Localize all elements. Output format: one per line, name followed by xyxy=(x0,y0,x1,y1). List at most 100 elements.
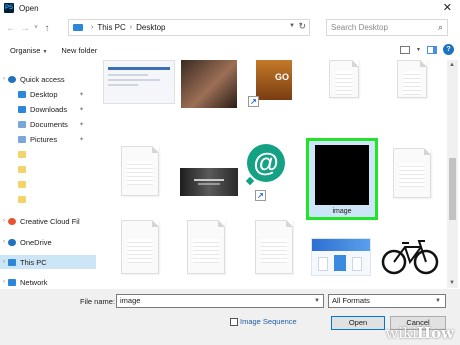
shortcut-arrow-icon: ↗ xyxy=(248,96,259,107)
vertical-scrollbar[interactable]: ▲ ▼ xyxy=(447,60,458,288)
thumbnail-header xyxy=(108,67,170,70)
sidebar-item-folder[interactable] xyxy=(0,177,96,191)
new-folder-button[interactable]: New folder xyxy=(61,46,97,55)
address-dropdown-icon[interactable]: ▼ xyxy=(289,23,295,29)
pricing-card xyxy=(318,257,328,271)
creative-cloud-icon xyxy=(8,217,16,225)
file-thumbnail-document[interactable] xyxy=(121,146,159,196)
sidebar-item-documents[interactable]: Documents ✦ xyxy=(0,117,96,131)
forward-arrow-icon[interactable]: → xyxy=(18,23,32,34)
pin-icon: ✦ xyxy=(78,106,84,113)
desktop-folder-icon xyxy=(18,90,26,98)
help-icon[interactable]: ? xyxy=(443,44,454,55)
window-title: Open xyxy=(19,3,39,13)
breadcrumb-desktop[interactable]: Desktop xyxy=(136,23,165,32)
selected-file-image[interactable]: image xyxy=(306,138,378,220)
pricing-card xyxy=(352,257,362,271)
chevron-down-icon[interactable]: ▼ xyxy=(314,295,320,307)
search-icon[interactable]: ⌕ xyxy=(438,22,443,33)
back-arrow-icon[interactable]: ← xyxy=(4,23,18,34)
file-thumbnail-screenshot[interactable] xyxy=(103,60,175,104)
expand-icon[interactable]: › xyxy=(0,76,8,82)
sidebar-item-folder[interactable] xyxy=(0,162,96,176)
file-thumbnail-webpage[interactable] xyxy=(311,238,371,276)
file-format-value: All Formats xyxy=(332,296,370,305)
thumbnail-line xyxy=(108,79,160,81)
search-input[interactable]: Search Desktop ⌕ xyxy=(326,19,448,36)
sidebar-item-label: Network xyxy=(20,277,48,287)
expand-icon[interactable]: › xyxy=(0,239,8,245)
dialog-footer: File name: image ▼ All Formats ▼ Image S… xyxy=(0,289,460,345)
this-pc-icon xyxy=(73,24,83,31)
file-format-select[interactable]: All Formats ▼ xyxy=(328,294,446,308)
document-lines xyxy=(193,239,219,263)
sidebar-item-folder[interactable] xyxy=(0,147,96,161)
folder-icon xyxy=(18,165,26,173)
document-lines xyxy=(127,239,153,263)
refresh-icon[interactable]: ↻ xyxy=(298,21,306,32)
sidebar-item-folder[interactable] xyxy=(0,192,96,206)
sidebar-item-label: Quick access xyxy=(20,74,65,84)
file-thumbnail-bicycle[interactable] xyxy=(381,236,439,276)
sidebar-item-onedrive[interactable]: › OneDrive xyxy=(0,235,96,249)
breadcrumb-separator: › xyxy=(91,24,94,31)
game-logo-text: GO xyxy=(274,72,289,82)
image-sequence-label[interactable]: Image Sequence xyxy=(240,317,297,326)
sidebar-item-desktop[interactable]: Desktop ✦ xyxy=(0,87,96,101)
sidebar-item-pictures[interactable]: Pictures ✦ xyxy=(0,132,96,146)
document-lines xyxy=(403,71,421,95)
breadcrumb-separator: › xyxy=(129,24,133,31)
folder-icon xyxy=(18,180,26,188)
chevron-down-icon[interactable]: ▼ xyxy=(435,295,441,307)
change-view-icon[interactable] xyxy=(400,45,411,54)
file-name-label: File name: xyxy=(80,297,116,306)
file-thumbnail-photo[interactable] xyxy=(181,60,237,108)
up-arrow-icon[interactable]: ↑ xyxy=(40,23,54,34)
document-lines xyxy=(127,161,153,185)
at-symbol-app-icon[interactable]: @ xyxy=(247,144,285,182)
expand-icon[interactable]: › xyxy=(0,279,8,285)
sidebar-item-network[interactable]: › Network xyxy=(0,275,96,289)
navigation-pane: › Quick access Desktop ✦ Downloads ✦ Doc… xyxy=(0,60,96,288)
documents-folder-icon xyxy=(18,120,26,128)
sidebar-item-label: Documents xyxy=(30,119,68,129)
file-thumbnail-document[interactable] xyxy=(121,220,159,274)
file-thumbnail-banner[interactable] xyxy=(180,168,238,196)
banner-text-line xyxy=(194,179,224,181)
file-thumbnail-document[interactable] xyxy=(255,220,293,274)
file-thumbnail-document[interactable] xyxy=(329,60,359,98)
recent-locations-chevron-icon[interactable]: ˅ xyxy=(32,25,40,31)
file-thumbnail-game-icon[interactable]: GO xyxy=(256,60,292,100)
command-bar: Organise ▼ New folder ▼ ? xyxy=(0,41,460,59)
breadcrumb-this-pc[interactable]: This PC xyxy=(97,23,125,32)
speech-bubble-tail xyxy=(245,176,255,186)
image-sequence-checkbox[interactable] xyxy=(230,318,238,326)
sidebar-item-downloads[interactable]: Downloads ✦ xyxy=(0,102,96,116)
sidebar-item-quick-access[interactable]: › Quick access xyxy=(0,72,96,86)
file-thumbnail-black-image xyxy=(315,145,369,205)
thumbnail-line xyxy=(108,74,148,76)
sidebar-item-label: This PC xyxy=(20,257,47,267)
file-thumbnail-document[interactable] xyxy=(187,220,225,274)
scrollbar-thumb[interactable] xyxy=(449,158,456,220)
folder-icon xyxy=(18,195,26,203)
file-thumbnail-document[interactable] xyxy=(397,60,427,98)
scroll-up-icon[interactable]: ▲ xyxy=(449,62,455,68)
file-thumbnail-document[interactable] xyxy=(393,148,431,198)
file-name-input[interactable]: image ▼ xyxy=(116,294,324,308)
sidebar-item-this-pc[interactable]: › This PC xyxy=(0,255,96,269)
expand-icon[interactable]: › xyxy=(0,259,8,265)
expand-icon[interactable]: › xyxy=(0,218,8,224)
organise-button[interactable]: Organise ▼ xyxy=(10,46,47,55)
close-icon[interactable]: ✕ xyxy=(443,1,452,14)
sidebar-item-creative-cloud[interactable]: › Creative Cloud Fil xyxy=(0,214,96,228)
view-options-chevron-icon[interactable]: ▼ xyxy=(416,47,421,53)
scroll-down-icon[interactable]: ▼ xyxy=(449,280,455,286)
preview-pane-icon[interactable] xyxy=(427,45,437,54)
pin-icon: ✦ xyxy=(78,136,84,143)
open-button[interactable]: Open xyxy=(331,316,385,330)
address-bar[interactable]: › This PC › Desktop ▼ ↻ xyxy=(68,19,310,36)
document-lines xyxy=(261,239,287,263)
network-icon xyxy=(8,278,16,286)
file-name-label: image xyxy=(332,208,352,215)
